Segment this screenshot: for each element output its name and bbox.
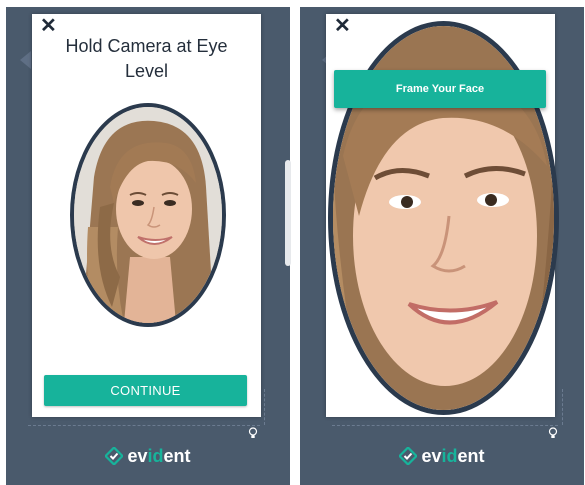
capture-card: ✕ Frame Your Face xyxy=(326,14,559,417)
brand-prefix: ev xyxy=(421,446,442,466)
background-divider xyxy=(562,389,563,425)
brand-logo: evident xyxy=(6,446,290,466)
brand-suffix: ent xyxy=(457,446,485,466)
instruction-card: ✕ Hold Camera at Eye Level CONTINUE xyxy=(32,14,261,417)
instruction-title: Hold Camera at Eye Level xyxy=(65,36,228,81)
brand-accent: id xyxy=(441,446,458,466)
face-photo xyxy=(70,103,226,327)
brand-accent: id xyxy=(147,446,164,466)
evident-check-icon xyxy=(399,447,418,465)
background-divider xyxy=(264,389,265,425)
brand-suffix: ent xyxy=(163,446,191,466)
evident-check-icon xyxy=(105,447,124,465)
face-illustration xyxy=(74,107,222,323)
continue-button[interactable]: CONTINUE xyxy=(44,375,247,406)
background-back-icon xyxy=(20,51,31,69)
screen-hold-camera: ✕ Hold Camera at Eye Level CONTINUE evid… xyxy=(6,7,290,485)
scrollbar-handle[interactable] xyxy=(285,160,291,266)
screen-frame-face: ✕ Frame Your Face evident xyxy=(300,7,584,485)
background-divider xyxy=(28,425,260,426)
lightbulb-icon[interactable] xyxy=(548,427,558,439)
close-icon[interactable]: ✕ xyxy=(334,16,351,36)
close-icon[interactable]: ✕ xyxy=(40,16,57,36)
brand-logo: evident xyxy=(300,446,584,466)
lightbulb-icon[interactable] xyxy=(248,427,258,439)
brand-prefix: ev xyxy=(127,446,148,466)
frame-face-banner: Frame Your Face xyxy=(334,70,546,108)
background-divider xyxy=(332,425,558,426)
